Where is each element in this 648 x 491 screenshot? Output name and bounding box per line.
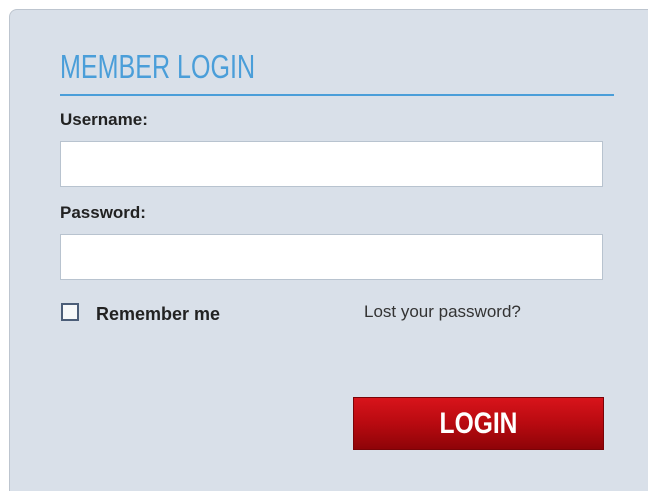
lost-password-link[interactable]: Lost your password? — [364, 302, 521, 322]
title-divider — [60, 94, 614, 96]
remember-me-checkbox[interactable] — [61, 303, 79, 321]
remember-me-label[interactable]: Remember me — [96, 304, 220, 325]
member-login-panel: MEMBER LOGIN Username: Password: Remembe… — [9, 9, 648, 491]
password-label: Password: — [60, 203, 146, 222]
username-label: Username: — [60, 110, 148, 129]
login-button-label: LOGIN — [439, 407, 518, 440]
page-title: MEMBER LOGIN — [60, 48, 256, 85]
login-button[interactable]: LOGIN — [353, 397, 604, 450]
password-field[interactable] — [60, 234, 603, 280]
username-field[interactable] — [60, 141, 603, 187]
